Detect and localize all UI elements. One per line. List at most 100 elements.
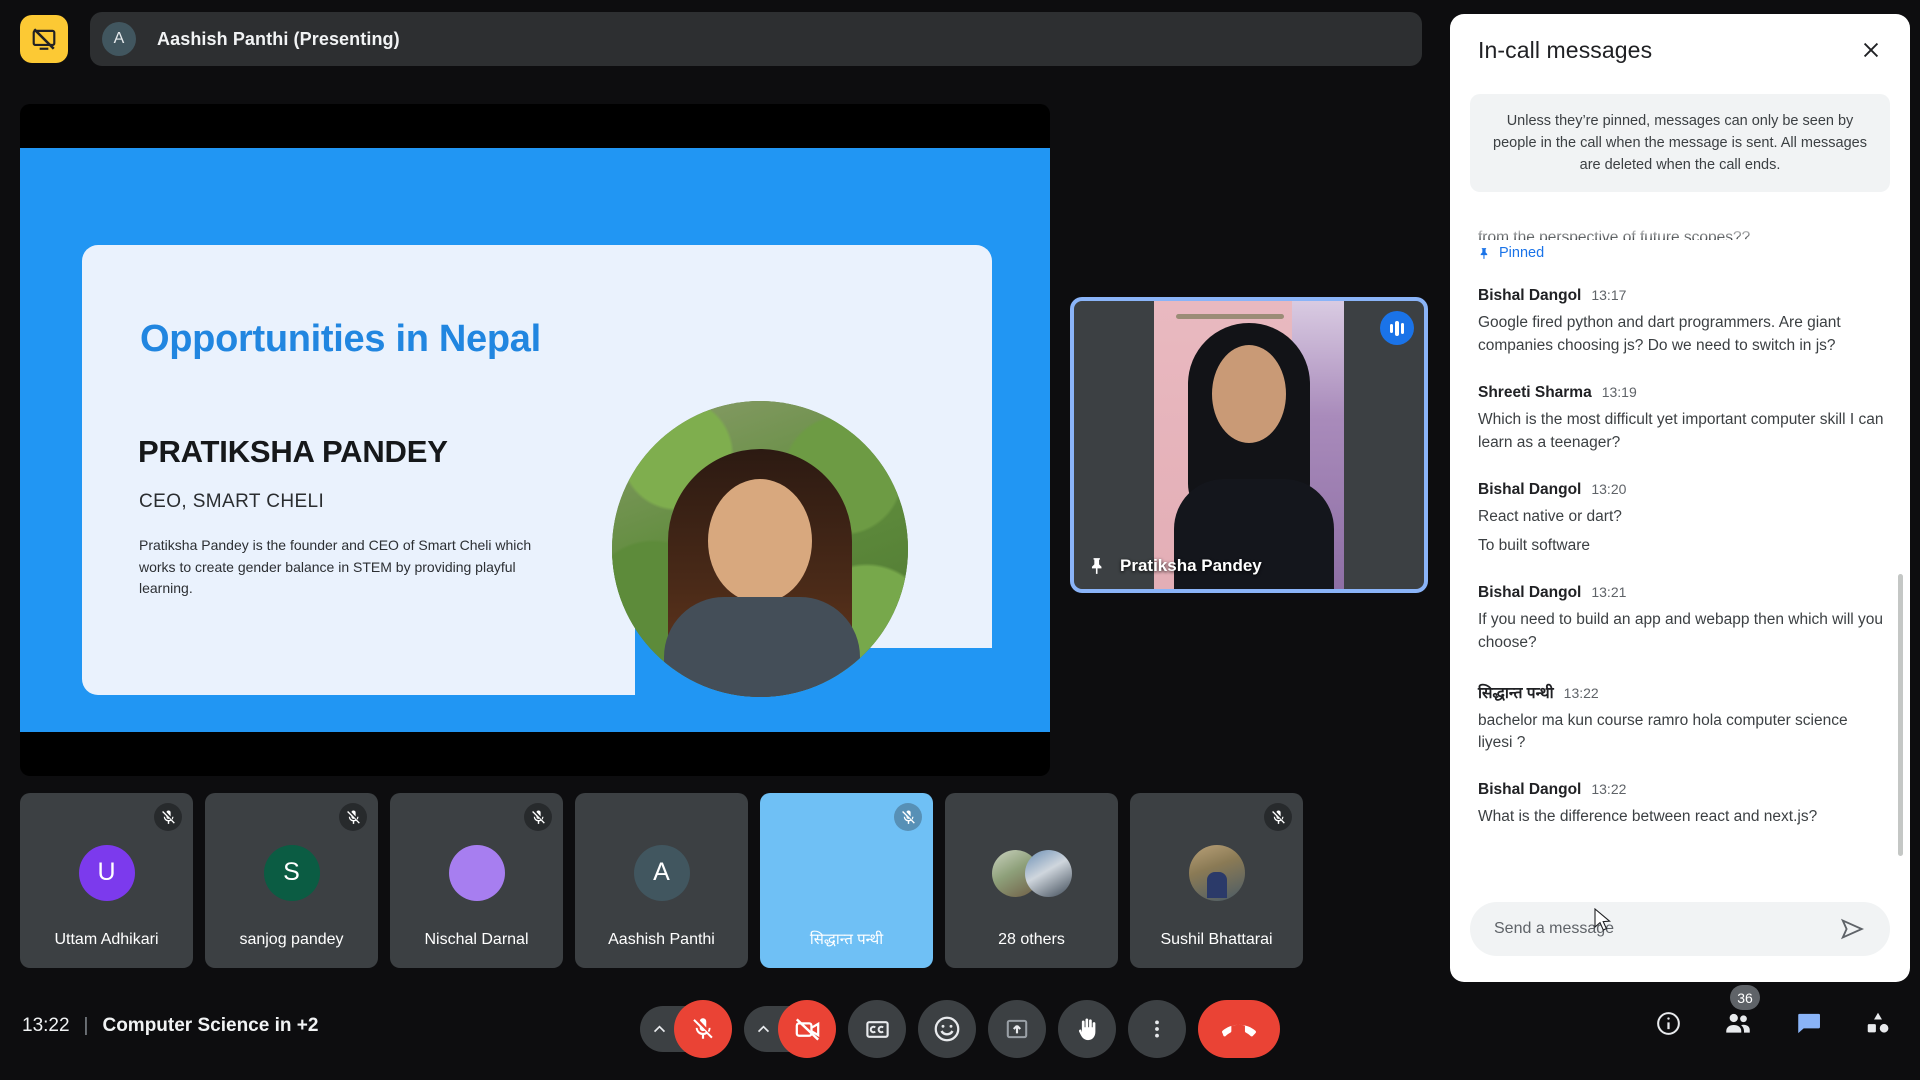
chat-privacy-notice: Unless they’re pinned, messages can only… — [1470, 94, 1890, 193]
tile-label: Pratiksha Pandey — [1088, 555, 1262, 577]
camera-toggle-button[interactable] — [778, 1000, 836, 1058]
mute-indicator — [1264, 803, 1292, 831]
presentation-stage[interactable]: Opportunities in Nepal PRATIKSHA PANDEY … — [20, 104, 1050, 776]
message-text: To built software — [1478, 536, 1590, 554]
end-call-icon — [1222, 1024, 1256, 1037]
pin-icon — [1091, 558, 1102, 574]
mute-indicator — [524, 803, 552, 831]
participant-name: Nischal Darnal — [424, 931, 529, 948]
chat-panel: In-call messages Unless they’re pinned, … — [1450, 14, 1910, 982]
message-time: 13:22 — [1563, 684, 1599, 701]
avatar — [1188, 844, 1245, 901]
pin-icon — [1480, 247, 1488, 259]
mic-off-icon — [1271, 809, 1285, 824]
participant-tile[interactable]: 28 others — [945, 793, 1118, 968]
participants-button[interactable]: 36 — [1718, 985, 1760, 1043]
separator: | — [83, 1015, 89, 1036]
mic-off-icon — [693, 1018, 713, 1039]
message-header: Shreeti Sharma 13:19 — [1478, 384, 1886, 402]
message-author: सिद्धान्त पन्थी — [1478, 684, 1554, 702]
meeting-details-button[interactable] — [1648, 1003, 1688, 1043]
chat-message[interactable]: Bishal Dangol 13:22 What is the difference… — [1478, 781, 1886, 829]
microphone-control-group — [640, 1000, 732, 1058]
clock: 13:22 — [22, 1015, 70, 1036]
message-input[interactable] — [1494, 920, 1834, 938]
avatar: A — [633, 844, 690, 901]
message-author: Bishal Dangol — [1478, 781, 1582, 799]
message-text: Which is the most difficult yet importan… — [1478, 410, 1884, 451]
microphone-toggle-button[interactable] — [674, 1000, 732, 1058]
chevron-up-icon — [757, 1024, 769, 1032]
slide-title: Opportunities in Nepal — [140, 318, 541, 360]
more-options-button[interactable] — [1128, 1000, 1186, 1058]
message-time: 13:21 — [1591, 583, 1627, 600]
mic-off-icon — [901, 809, 915, 824]
presenter-pill[interactable]: A Aashish Panthi (Presenting) — [90, 12, 1422, 66]
send-icon[interactable] — [1834, 911, 1870, 947]
pinned-participant-tile[interactable]: Pratiksha Pandey — [1070, 297, 1428, 593]
overflow-avatars — [991, 850, 1072, 897]
message-text: Google fired python and dart programmers… — [1478, 314, 1841, 354]
participant-tile[interactable]: A Aashish Panthi — [575, 793, 748, 968]
stop-presenting-icon[interactable] — [20, 15, 68, 63]
call-controls — [640, 1000, 1280, 1058]
participant-tile[interactable]: U Uttam Adhikari — [20, 793, 193, 968]
message-text: React native or dart? — [1478, 507, 1622, 525]
participant-name: Uttam Adhikari — [54, 931, 159, 948]
participant-tile[interactable]: Nischal Darnal — [390, 793, 563, 968]
pinned-message-clipped: from the perspective of future scopes?? — [1478, 229, 1751, 240]
message-header: Bishal Dangol 13:17 — [1478, 287, 1886, 305]
right-controls: 36 — [1648, 985, 1898, 1043]
message-author: Bishal Dangol — [1478, 583, 1582, 601]
participant-video — [1154, 301, 1344, 589]
message-header: Bishal Dangol 13:22 — [1478, 781, 1886, 799]
mute-indicator — [154, 803, 182, 831]
info-icon — [1656, 1011, 1680, 1035]
message-text: What is the difference between react and… — [1478, 808, 1818, 826]
participant-tile[interactable]: Ssanjog pandey — [205, 793, 378, 968]
chat-button[interactable] — [1788, 1003, 1828, 1043]
message-time: 13:19 — [1601, 383, 1637, 400]
message-composer[interactable] — [1470, 902, 1890, 956]
close-icon[interactable] — [1854, 33, 1888, 67]
closed-captions-icon — [865, 1020, 889, 1038]
avatar: S — [263, 844, 320, 901]
participant-tile[interactable]: सिद्धान्त पन्थी — [760, 793, 933, 968]
chevron-up-icon — [653, 1024, 665, 1032]
pinned-label: Pinned — [1499, 245, 1545, 261]
participant-name: 28 others — [998, 931, 1065, 948]
captions-button[interactable] — [848, 1000, 906, 1058]
raised-hand-icon — [1078, 1017, 1095, 1040]
chat-scrollbar[interactable] — [1898, 574, 1903, 856]
video-off-icon — [795, 1017, 819, 1041]
participant-tile[interactable]: Sushil Bhattarai — [1130, 793, 1303, 968]
chat-message[interactable]: Bishal Dangol 13:17 Google fired python an… — [1478, 287, 1886, 358]
avatar — [448, 844, 505, 901]
message-text: bachelor ma kun course ramro hola comput… — [1478, 711, 1848, 752]
chat-message[interactable]: Bishal Dangol 13:21 If you need to build a… — [1478, 584, 1886, 655]
raise-hand-button[interactable] — [1058, 1000, 1116, 1058]
chat-message-list[interactable]: from the perspective of future scopes?? … — [1450, 226, 1910, 852]
activities-button[interactable] — [1858, 1003, 1898, 1043]
message-header: Bishal Dangol 13:21 — [1478, 584, 1886, 602]
camera-control-group — [744, 1000, 836, 1058]
activities-shapes-icon — [1867, 1012, 1889, 1033]
chat-message[interactable]: सिद्धान्त पन्थी 13:22 bachelor ma kun cour… — [1478, 681, 1886, 756]
chat-message[interactable]: Shreeti Sharma 13:19 Which is the most dif… — [1478, 384, 1886, 455]
leave-call-button[interactable] — [1198, 1000, 1280, 1058]
present-screen-icon — [1006, 1019, 1028, 1039]
present-now-button[interactable] — [988, 1000, 1046, 1058]
message-text: If you need to build an app and webapp t… — [1478, 610, 1884, 651]
pinned-badge[interactable]: Pinned — [1478, 245, 1886, 261]
emoji-smiley-icon — [934, 1016, 960, 1042]
reactions-button[interactable] — [918, 1000, 976, 1058]
chat-title: In-call messages — [1478, 36, 1653, 63]
presenter-label: Aashish Panthi (Presenting) — [157, 28, 400, 49]
meeting-meta: 13:22 | Computer Science in +2 — [22, 1015, 318, 1037]
slide-person-name: PRATIKSHA PANDEY — [138, 434, 448, 469]
chat-message[interactable]: Bishal Dangol 13:20 React native or dart? T… — [1478, 481, 1886, 558]
meeting-title: Computer Science in +2 — [102, 1015, 319, 1036]
mouse-cursor — [1594, 908, 1612, 931]
participant-name: Aashish Panthi — [608, 931, 715, 948]
participant-strip: U Uttam Adhikari Ssanjog pandey Nischal Dar… — [20, 793, 1303, 968]
